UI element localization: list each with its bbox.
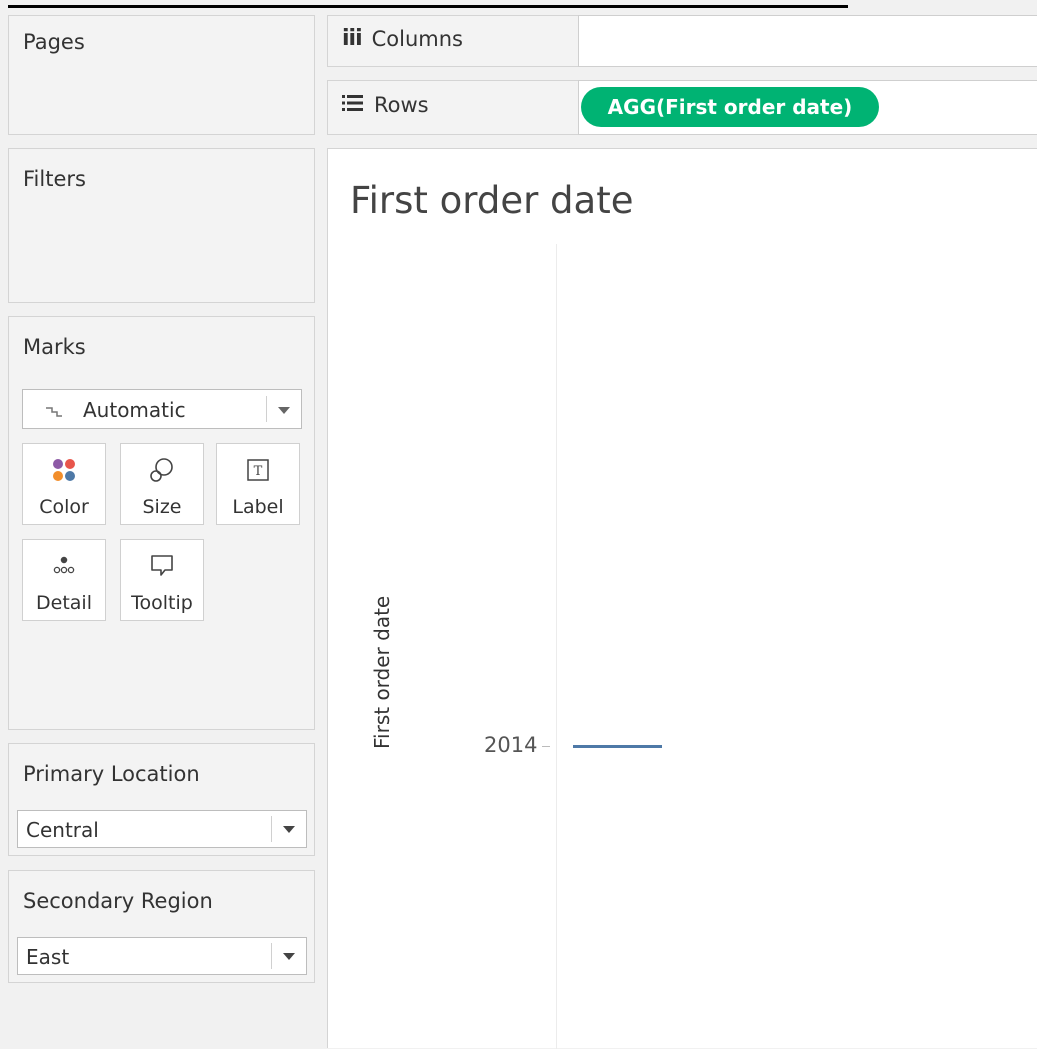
rows-shelf-label: Rows (342, 93, 429, 117)
filters-label: Filters (23, 167, 86, 191)
mark-type-dropdown[interactable]: Automatic (22, 389, 302, 429)
rows-pill-first-order-date[interactable]: AGG(First order date) (581, 87, 879, 127)
y-axis-title[interactable]: First order date (370, 596, 394, 749)
pages-card[interactable]: Pages (8, 15, 315, 135)
data-mark-line[interactable] (573, 745, 662, 748)
dropdown-separator (271, 816, 272, 842)
tooltip-button[interactable]: Tooltip (120, 539, 204, 621)
marks-card: Marks Automatic Color Size T Label Detai… (8, 316, 315, 730)
secondary-region-card: Secondary Region East (8, 870, 315, 983)
color-icon (23, 456, 105, 484)
columns-shelf-label: iii Columns (342, 26, 463, 51)
y-tick-mark (542, 746, 550, 747)
pages-label: Pages (23, 30, 85, 54)
secondary-region-label: Secondary Region (23, 889, 213, 913)
columns-drop-area[interactable] (578, 15, 1037, 67)
tooltip-icon (121, 552, 203, 580)
secondary-region-dropdown[interactable]: East (17, 937, 307, 975)
chevron-down-icon[interactable] (283, 953, 295, 960)
worksheet-view[interactable]: First order date First order date 2014 (327, 148, 1037, 1049)
color-button[interactable]: Color (22, 443, 106, 525)
detail-button[interactable]: Detail (22, 539, 106, 621)
y-tick-label-2014: 2014 (484, 733, 538, 757)
size-icon (121, 456, 203, 484)
columns-icon: iii (342, 26, 363, 51)
columns-shelf[interactable]: iii Columns (327, 15, 1037, 67)
primary-location-label: Primary Location (23, 762, 200, 786)
chevron-down-icon[interactable] (283, 826, 295, 833)
worksheet-title: First order date (350, 179, 634, 222)
svg-text:T: T (254, 464, 263, 479)
dropdown-separator (271, 943, 272, 969)
size-button[interactable]: Size (120, 443, 204, 525)
detail-icon (23, 552, 105, 580)
label-button[interactable]: T Label (216, 443, 300, 525)
top-border-line (8, 5, 848, 8)
marks-label: Marks (23, 335, 86, 359)
chevron-down-icon[interactable] (278, 407, 290, 414)
automatic-mark-icon (45, 401, 63, 425)
dropdown-separator (266, 396, 267, 422)
primary-location-dropdown[interactable]: Central (17, 810, 307, 848)
filters-card[interactable]: Filters (8, 148, 315, 303)
label-icon: T (217, 456, 299, 484)
y-axis-line (556, 244, 557, 1049)
primary-location-card: Primary Location Central (8, 743, 315, 856)
rows-icon (342, 93, 364, 117)
